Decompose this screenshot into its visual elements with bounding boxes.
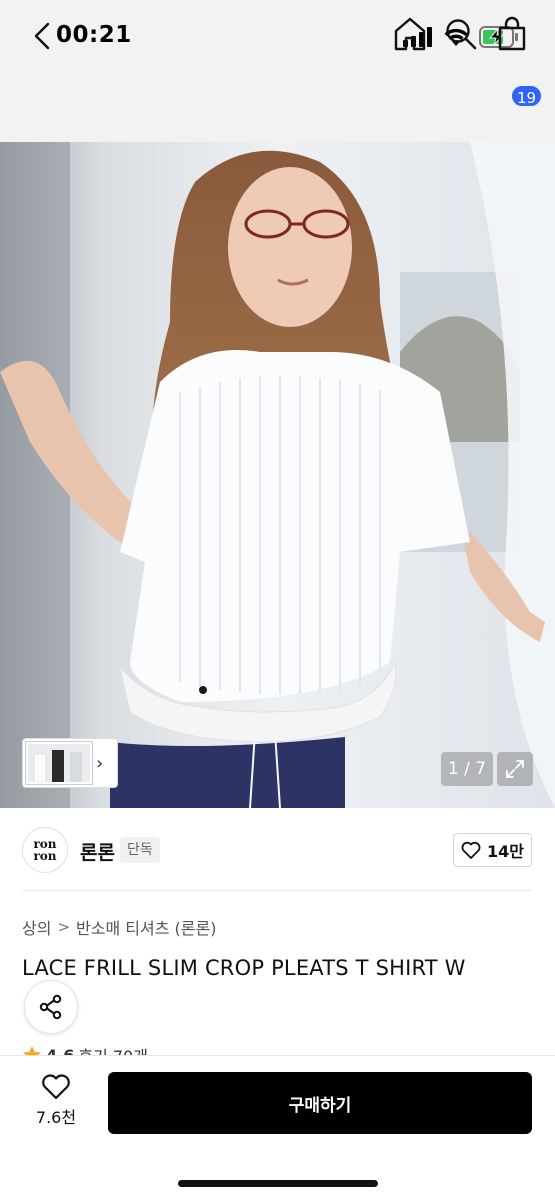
breadcrumb: 상의 > 반소매 티셔츠 (론론) [22,915,216,939]
product-image[interactable] [0,142,555,808]
status-time: 00:21 [56,22,132,48]
product-title: LACE FRILL SLIM CROP PLEATS T SHIRT W [22,956,466,980]
expand-icon [506,760,524,778]
brand-like-button[interactable]: 14만 [453,833,532,867]
thumbnail-arrow-icon: › [96,752,104,774]
thumbnail-photo [28,744,90,782]
breadcrumb-item[interactable]: 반소매 티셔츠 (론론) [76,915,216,939]
chevron-left-icon [34,22,50,50]
expand-image-button[interactable] [497,752,533,786]
image-thumbnail-strip[interactable]: › [22,738,118,788]
brand-logo-line2: ron [33,849,57,863]
cart-button[interactable] [494,16,532,54]
thumbnail-image[interactable] [25,741,93,785]
breadcrumb-separator-icon: > [57,918,71,936]
heart-icon [461,841,481,859]
brand-like-count: 14만 [487,842,524,861]
section-divider [22,890,532,891]
share-icon [39,994,62,1020]
breadcrumb-item[interactable]: 상의 [22,915,51,939]
image-counter: 1 / 7 [441,752,493,786]
home-button[interactable] [392,16,428,54]
brand-name[interactable]: 론론 [80,838,115,865]
search-icon [446,19,477,50]
heart-icon [42,1074,70,1100]
wishlist-count: 7.6천 [35,1108,77,1127]
search-button[interactable] [444,17,478,53]
product-photo [0,142,555,808]
share-button[interactable] [24,980,78,1034]
exclusive-badge: 단독 [120,837,160,863]
shopping-bag-icon [498,16,526,51]
brand-logo[interactable]: ron ron [22,827,68,873]
top-nav-bar [0,70,555,142]
wishlist-button[interactable]: 7.6천 [24,1074,88,1134]
cart-count-badge: 19 [510,84,544,108]
home-indicator [178,1180,378,1187]
back-button[interactable] [26,18,58,54]
home-icon [394,17,426,51]
buy-button[interactable]: 구매하기 [108,1072,532,1134]
